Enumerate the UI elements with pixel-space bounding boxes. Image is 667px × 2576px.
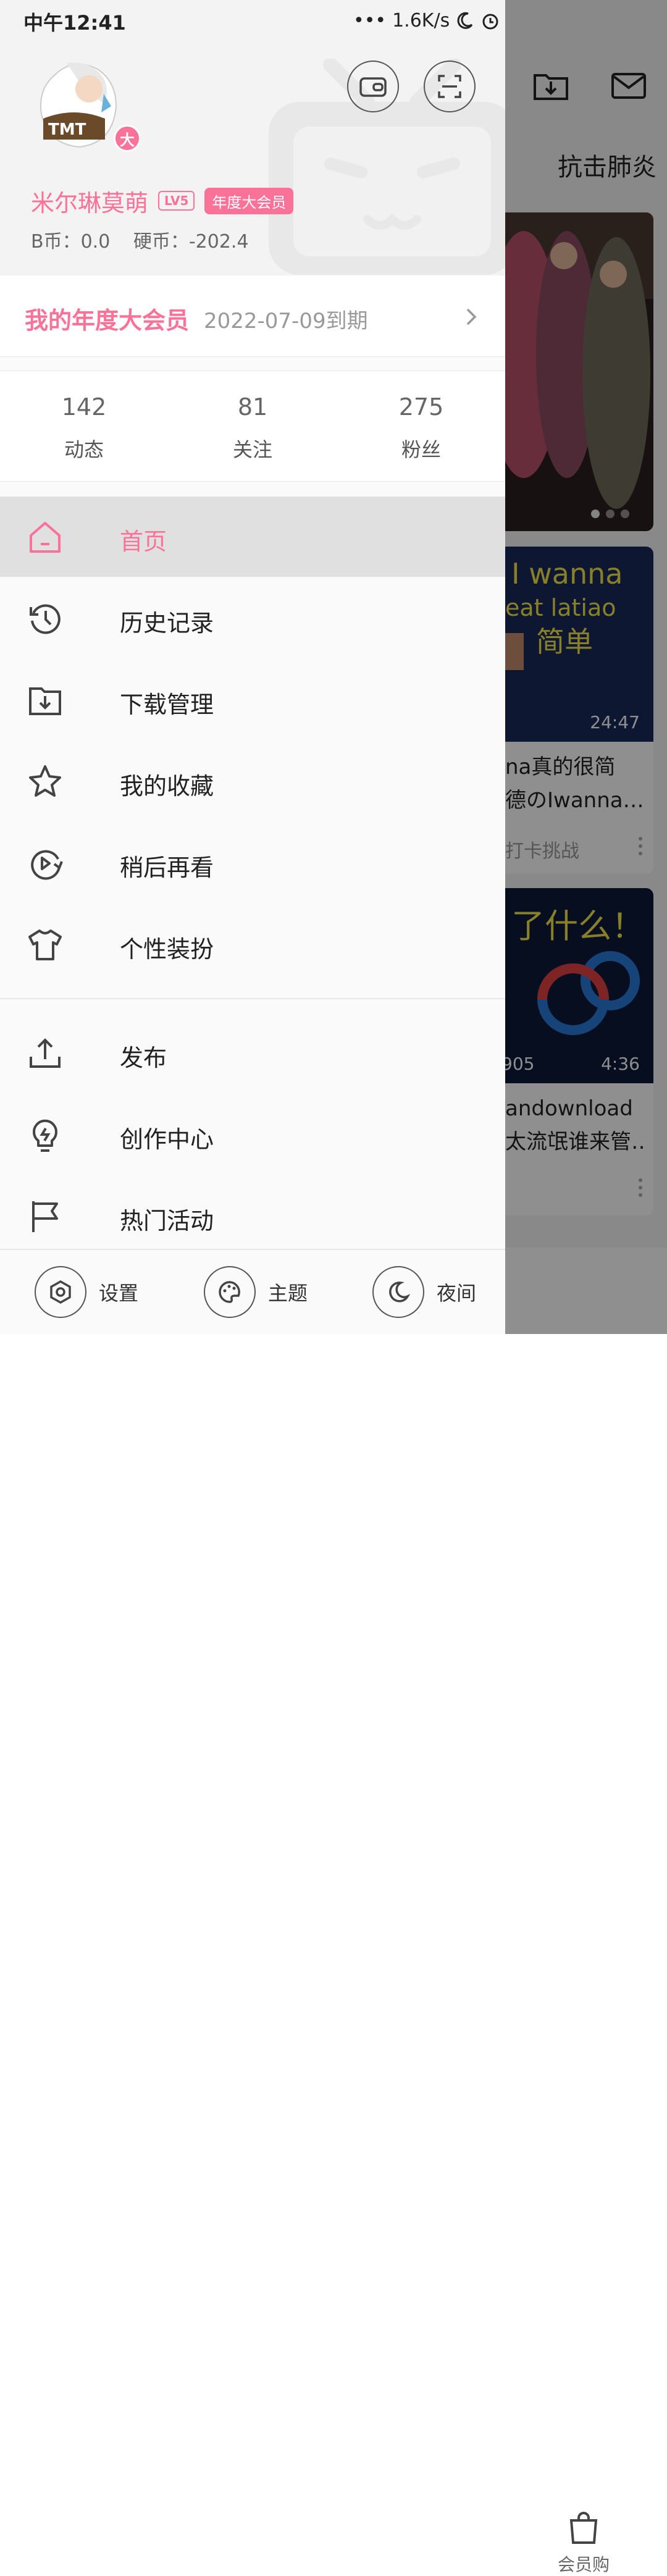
settings-icon [50,1280,71,1304]
watch-later-icon [31,850,63,880]
status-time: 中午12:41 [23,11,126,35]
night-label: 夜间 [437,1282,477,1305]
menu-item-theme-decoration[interactable]: 个性装扮 [0,904,505,984]
vip-title: 我的年度大会员 [25,307,190,334]
settings-label: 设置 [99,1282,139,1305]
scan-button[interactable] [424,61,476,112]
menu-label: 我的收藏 [120,773,214,800]
stat-value: 142 [61,393,107,421]
menu-label: 历史记录 [120,610,214,637]
menu-label: 下载管理 [120,691,214,718]
bcoin-balance: B币：0.0 [31,231,111,253]
vip-expiry: 2022-07-09到期 [204,309,368,334]
moon-icon [389,1282,411,1303]
chevron-right-icon [466,308,477,325]
palette-icon [219,1281,240,1303]
stat-value: 275 [398,393,444,421]
level-badge: LV5 [158,191,195,211]
menu-item-history[interactable]: 历史记录 [0,578,505,658]
theme-icon-circle [204,1266,256,1318]
stat-label: 关注 [232,438,272,461]
flag-icon [32,1201,58,1232]
more-dots-icon: ••• [353,9,387,31]
net-speed: 1.6K/s [392,9,450,31]
menu-label: 个性装扮 [120,936,214,963]
stat-following[interactable]: 81 关注 [191,393,314,463]
menu-item-home[interactable]: 首页 [0,497,505,577]
stat-label: 动态 [64,438,104,461]
upload-icon [30,1038,61,1068]
svg-text:TMT: TMT [48,120,86,139]
drawer-header: 中午12:41 ••• 1.6K/s TMT 大 米尔琳莫萌 LV5 年度大会员… [0,0,505,275]
menu-label: 发布 [120,1044,167,1072]
theme-label: 主题 [268,1282,308,1305]
navigation-drawer: 中午12:41 ••• 1.6K/s TMT 大 米尔琳莫萌 LV5 年度大会员… [0,0,505,1334]
menu-item-creator-center[interactable]: 创作中心 [0,1094,505,1175]
alarm-icon [482,14,498,30]
wallet-button[interactable] [347,61,399,112]
menu-divider [0,998,505,999]
menu-item-download[interactable]: 下载管理 [0,660,505,740]
stat-dynamics[interactable]: 142 动态 [22,393,146,463]
nav-shop-label: 会员购 [557,2554,610,2575]
download-folder-icon [29,687,61,715]
night-mode-button[interactable]: 夜间 [372,1266,476,1318]
star-icon [29,765,61,797]
shopping-bag-icon [569,2512,598,2544]
user-stats: 142 动态 81 关注 275 粉丝 [0,371,505,482]
menu-label: 创作中心 [120,1126,214,1153]
username[interactable]: 米尔琳莫萌 [31,184,148,218]
scan-icon [438,75,461,98]
menu-label: 首页 [120,528,167,555]
stat-followers[interactable]: 275 粉丝 [359,393,483,463]
menu-label: 热门活动 [120,1207,214,1235]
history-icon [30,604,61,634]
theme-button[interactable]: 主题 [204,1266,308,1318]
stat-value: 81 [237,393,268,421]
status-icons: ••• 1.6K/s [353,6,500,35]
vip-badge: 年度大会员 [204,187,294,214]
coin-info: B币：0.0 硬币：-202.4 [31,226,266,253]
settings-icon-circle [35,1266,86,1318]
menu-item-favorites[interactable]: 我的收藏 [0,741,505,821]
avatar-vip-badge: 大 [114,125,141,152]
home-icon [30,522,61,553]
nav-shop[interactable]: 会员购 [550,2511,618,2576]
wallet-icon [359,77,387,97]
menu-label: 稍后再看 [120,854,214,881]
coin-balance: 硬币：-202.4 [133,231,249,253]
stat-label: 粉丝 [401,438,441,461]
lightbulb-icon [33,1119,57,1152]
shirt-icon [28,929,62,960]
status-bar: 中午12:41 ••• 1.6K/s [0,0,505,41]
moon-icon [457,12,473,29]
settings-button[interactable]: 设置 [35,1266,138,1318]
menu-item-publish[interactable]: 发布 [0,1013,505,1093]
menu-item-watch-later[interactable]: 稍后再看 [0,823,505,903]
avatar[interactable]: TMT [36,57,119,149]
vip-status-row[interactable]: 我的年度大会员 2022-07-09到期 [0,275,505,357]
menu-item-hot-events[interactable]: 热门活动 [0,1176,505,1256]
night-icon-circle [372,1266,424,1318]
user-info-row: 米尔琳莫萌 LV5 年度大会员 [31,184,294,218]
drawer-footer: 设置 主题 夜间 [0,1249,505,1334]
